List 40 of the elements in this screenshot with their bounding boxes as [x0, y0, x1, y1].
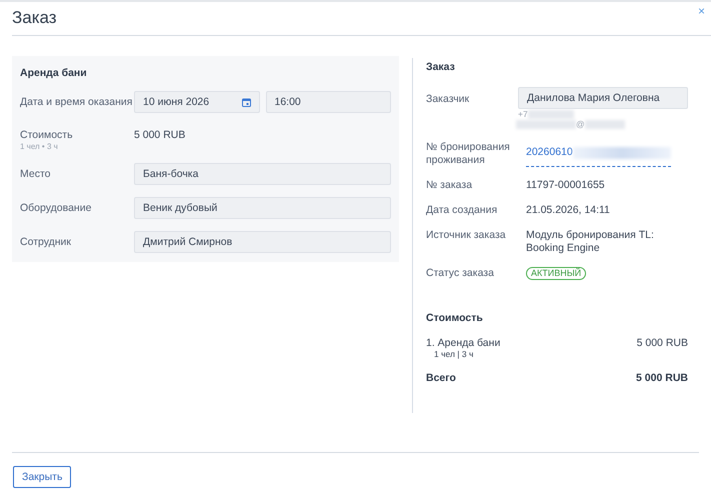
field-value: Модуль бронирования TL: Booking Engine: [526, 229, 655, 255]
field-label: Место: [20, 167, 52, 182]
field-label: Сотрудник: [20, 235, 72, 250]
total-label: Всего: [426, 372, 456, 384]
section-heading: Заказ: [426, 61, 455, 73]
field-label: Дата и время оказания: [20, 95, 134, 110]
field-label: Статус заказа: [426, 267, 495, 280]
input-field[interactable]: Веник дубовый: [134, 197, 391, 219]
status-badge: АКТИВНЫЙ: [526, 267, 586, 280]
field-label: Дата создания: [426, 204, 498, 217]
price-note: 1 чел • 3 ч: [20, 142, 59, 151]
phone-text: +7: [518, 109, 528, 119]
blurred-redaction: [584, 120, 625, 128]
price-value: 5 000 RUB: [134, 128, 186, 142]
section-heading: Стоимость: [426, 312, 483, 324]
section-heading: Аренда бани: [20, 66, 87, 79]
date-field[interactable]: 10 июня 2026: [134, 91, 260, 113]
calendar-icon[interactable]: [242, 98, 250, 106]
field-label: Стоимость: [20, 128, 74, 142]
time-field[interactable]: 16:00: [266, 91, 391, 113]
input-field[interactable]: Данилова Мария Олеговна: [518, 87, 688, 109]
field-value: 11797-00001655: [526, 179, 605, 192]
input-field[interactable]: Баня-бочка: [134, 163, 391, 185]
cost-item-name: 1. Аренда бани: [426, 338, 500, 349]
field-value: 21.05.2026, 14:11: [526, 204, 610, 217]
total-value: 5 000 RUB: [636, 372, 688, 384]
booking-link[interactable]: 20260610: [526, 141, 671, 167]
email-text: @: [576, 119, 585, 129]
dialog-title: Заказ: [12, 8, 57, 28]
field-label: Заказчик: [426, 92, 470, 107]
blurred-redaction: [528, 110, 574, 118]
field-label: Источник заказа: [426, 229, 507, 243]
close-dialog-button[interactable]: Закрыть: [13, 466, 72, 488]
field-label: № бронирования проживания: [426, 141, 511, 167]
cost-item-note: 1 чел | 3 ч: [433, 349, 474, 360]
field-label: Оборудование: [20, 201, 92, 216]
blurred-redaction: [516, 120, 576, 128]
input-field[interactable]: Дмитрий Смирнов: [134, 231, 391, 253]
cost-item-price: 5 000 RUB: [636, 338, 688, 351]
field-label: № заказа: [426, 179, 474, 192]
